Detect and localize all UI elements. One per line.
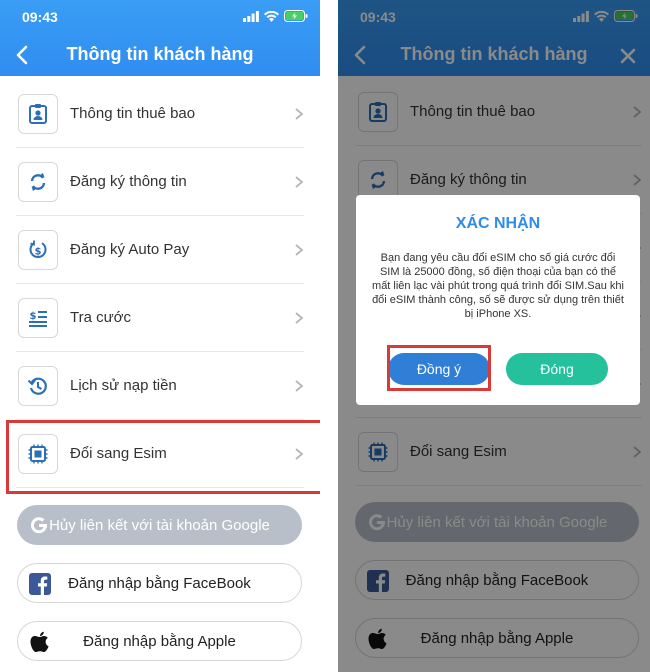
app-header: 09:43 Thông tin khách hàng — [0, 0, 320, 76]
dollar-cycle-icon: $ — [29, 240, 47, 258]
menu-item-auto-pay[interactable]: $ Đăng ký Auto Pay — [16, 216, 304, 284]
chevron-right-icon — [295, 448, 304, 460]
menu-list: Thông tin thuê bao Đăng ký thông tin $ Đ… — [0, 80, 320, 488]
status-time: 09:43 — [22, 9, 58, 25]
history-icon — [27, 377, 47, 395]
agree-button[interactable]: Đồng ý — [388, 353, 490, 385]
chevron-right-icon — [295, 380, 304, 392]
chevron-right-icon — [295, 312, 304, 324]
menu-item-label: Đổi sang Esim — [70, 445, 167, 462]
invoice-icon: $ — [29, 311, 47, 327]
confirm-dialog: XÁC NHẬN Bạn đang yêu cầu đổi eSIM cho s… — [356, 195, 640, 405]
menu-item-label: Lịch sử nạp tiền — [70, 377, 177, 394]
dialog-title: XÁC NHẬN — [455, 215, 541, 232]
svg-text:$: $ — [35, 247, 42, 258]
page-title: Thông tin khách hàng — [66, 44, 254, 64]
signal-icon — [243, 10, 259, 22]
refresh-icon — [30, 173, 46, 191]
menu-item-label: Đăng ký Auto Pay — [70, 241, 190, 258]
battery-icon — [284, 10, 308, 22]
status-bar: 09:43 — [0, 0, 320, 34]
menu-item-register-info[interactable]: Đăng ký thông tin — [16, 148, 304, 216]
menu-item-topup-history[interactable]: Lịch sử nạp tiền — [16, 352, 304, 420]
menu-item-label: Đăng ký thông tin — [70, 173, 187, 190]
id-card-icon — [29, 104, 47, 124]
sim-chip-icon — [28, 444, 48, 464]
svg-text:$: $ — [30, 311, 37, 322]
apple-login-button[interactable]: Đăng nhập bằng Apple — [17, 621, 302, 661]
apple-login-label: Đăng nhập bằng Apple — [83, 632, 236, 650]
phone-screen-right: 09:43 Thông tin khách hàng Thông tin thu… — [338, 0, 650, 672]
phone-screen-left: 09:43 Thông tin khách hàng Thông tin thu… — [0, 0, 320, 672]
menu-item-label: Thông tin thuê bao — [70, 105, 196, 122]
dialog-message: Bạn đang yêu cầu đổi eSIM cho số giá cướ… — [372, 252, 624, 320]
chevron-right-icon — [295, 108, 304, 120]
menu-item-label: Tra cước — [70, 309, 131, 326]
close-dialog-button[interactable]: Đóng — [506, 353, 608, 385]
wifi-icon — [264, 10, 279, 22]
unlink-google-button[interactable]: Hủy liên kết với tài khoản Google — [17, 505, 302, 545]
menu-item-check-charges[interactable]: $ Tra cước — [16, 284, 304, 352]
facebook-login-button[interactable]: Đăng nhập bằng FaceBook — [17, 563, 302, 603]
facebook-login-label: Đăng nhập bằng FaceBook — [68, 574, 251, 592]
chevron-right-icon — [295, 176, 304, 188]
google-icon — [31, 517, 48, 534]
unlink-google-label: Hủy liên kết với tài khoản Google — [49, 516, 270, 534]
apple-icon — [30, 631, 49, 652]
chevron-right-icon — [295, 244, 304, 256]
menu-item-subscriber-info[interactable]: Thông tin thuê bao — [16, 80, 304, 148]
facebook-icon — [29, 573, 51, 595]
menu-item-switch-esim[interactable]: Đổi sang Esim — [16, 420, 304, 488]
